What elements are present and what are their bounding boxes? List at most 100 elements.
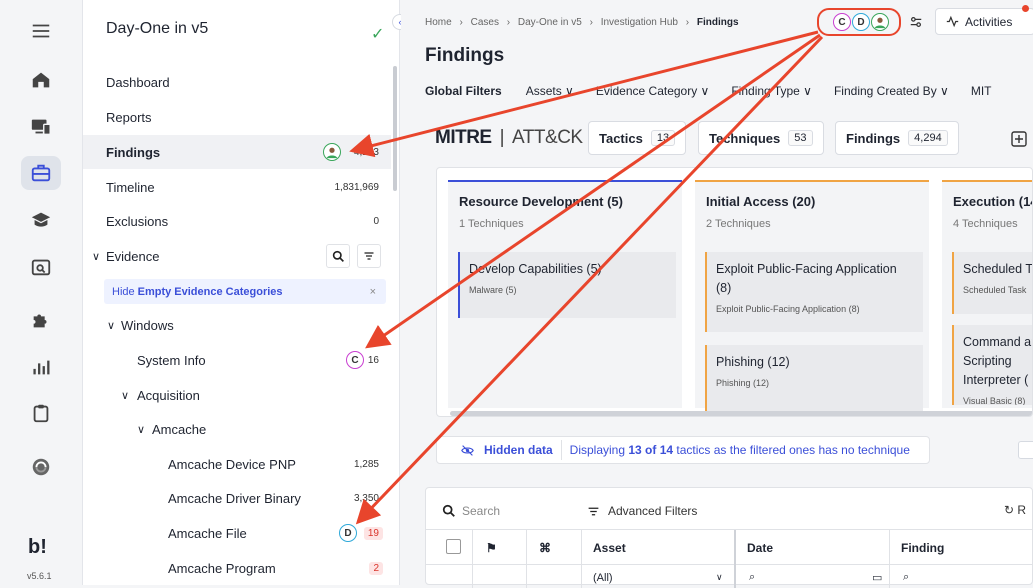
amcache-device-pnp-count: 1,285: [353, 458, 379, 470]
check-icon: ✓: [371, 26, 385, 43]
devices-icon[interactable]: [21, 110, 61, 144]
sidebar-item-reports[interactable]: Reports: [83, 100, 391, 134]
settings-sliders-icon[interactable]: [906, 12, 926, 32]
tactic-column-initial-access: Initial Access (20) 2 Techniques Exploit…: [695, 180, 929, 411]
breadcrumb-home[interactable]: Home: [425, 17, 452, 28]
techniques-pill[interactable]: Techniques 53: [698, 121, 824, 155]
close-icon[interactable]: ×: [370, 286, 376, 298]
sidebar-item-label: Amcache Program: [168, 560, 276, 576]
mitre-column-icon[interactable]: ⌘: [539, 541, 551, 555]
breadcrumb-cases[interactable]: Cases: [471, 17, 499, 28]
user-avatar-photo: [871, 13, 889, 31]
chevron-down-icon[interactable]: ∨: [92, 250, 100, 263]
sidebar-item-amcache-file[interactable]: Amcache File D 19: [83, 516, 391, 550]
technique-card[interactable]: Command and Scripting Interpreter ( Visu…: [952, 325, 1032, 405]
flag-icon[interactable]: ⚑: [486, 541, 497, 555]
technique-card[interactable]: Exploit Public-Facing Application (8) Ex…: [705, 252, 923, 332]
chart-icon[interactable]: [21, 350, 61, 384]
tactic-title: Resource Development (5): [459, 194, 623, 209]
pill-label: Techniques: [709, 130, 781, 146]
hidden-data-label[interactable]: Hidden data: [484, 443, 553, 457]
filter-evidence-button[interactable]: [357, 244, 381, 268]
cases-icon[interactable]: [21, 156, 61, 190]
sidebar-item-amcache-program[interactable]: Amcache Program 2: [83, 551, 391, 585]
filter-assets[interactable]: Assets ∨: [526, 84, 574, 98]
layout-icon[interactable]: [1011, 131, 1027, 147]
sidebar-item-label: Evidence: [106, 248, 160, 264]
pill-count: 4,294: [908, 130, 948, 146]
filter-finding-type[interactable]: Finding Type ∨: [731, 84, 812, 98]
tactics-horizontal-scrollbar[interactable]: [450, 411, 1032, 416]
sync-icon[interactable]: [21, 450, 61, 484]
column-date[interactable]: Date: [747, 541, 773, 555]
column-asset[interactable]: Asset: [593, 541, 626, 555]
puzzle-icon[interactable]: [21, 303, 61, 337]
search-icon[interactable]: ⌕: [749, 571, 755, 584]
sidebar-item-exclusions[interactable]: Exclusions 0: [83, 204, 391, 238]
search-icon[interactable]: ⌕: [903, 571, 909, 584]
sidebar-item-dashboard[interactable]: Dashboard: [83, 65, 391, 99]
sidebar-item-amcache-device-pnp[interactable]: Amcache Device PNP 1,285: [83, 447, 391, 481]
sidebar-item-label: Amcache Driver Binary: [168, 490, 301, 506]
filter-evidence-category[interactable]: Evidence Category ∨: [596, 84, 710, 98]
breadcrumb: Home › Cases › Day-One in v5 › Investiga…: [425, 17, 739, 28]
sidebar-item-acquisition[interactable]: ∨ Acquisition: [83, 378, 391, 412]
tactics-pill[interactable]: Tactics 13: [588, 121, 687, 155]
sidebar-item-label: Acquisition: [137, 387, 200, 403]
sidebar-item-findings[interactable]: Findings 4,103: [83, 135, 391, 169]
home-icon[interactable]: [21, 63, 61, 97]
education-icon[interactable]: [21, 203, 61, 237]
chevron-down-icon[interactable]: ∨: [137, 423, 145, 436]
breadcrumb-current: Findings: [696, 17, 739, 28]
tactic-technique-count: 2 Techniques: [706, 218, 771, 230]
search-evidence-button[interactable]: [326, 244, 350, 268]
filter-finding-created-by[interactable]: Finding Created By ∨: [834, 84, 949, 98]
chevron-down-icon[interactable]: ∨: [121, 389, 129, 402]
sidebar-item-label: Windows: [121, 317, 174, 333]
reset-button[interactable]: ↻ R: [1004, 503, 1026, 517]
filter-row: (All) ∨ ⌕ ▭ ⌕: [426, 566, 1033, 586]
sidebar-scrollbar[interactable]: [393, 66, 397, 191]
mitre-tactics-board: Resource Development (5) 1 Techniques De…: [436, 167, 1033, 417]
technique-card[interactable]: Phishing (12) Phishing (12): [705, 345, 923, 411]
sidebar-item-system-info[interactable]: System Info C 16: [83, 343, 391, 377]
breadcrumb-case[interactable]: Day-One in v5: [518, 17, 582, 28]
technique-card[interactable]: Develop Capabilities (5) Malware (5): [458, 252, 676, 318]
search-folder-icon[interactable]: [21, 250, 61, 284]
sidebar-item-label: Timeline: [106, 179, 155, 195]
search-input[interactable]: Search: [462, 504, 500, 518]
sidebar-item-timeline[interactable]: Timeline 1,831,969: [83, 170, 391, 204]
toggle-box[interactable]: [1018, 441, 1033, 459]
hide-empty-categories-toggle[interactable]: Hide Empty Evidence Categories ×: [104, 279, 386, 304]
sidebar-item-evidence[interactable]: ∨ Evidence: [83, 239, 391, 273]
advanced-filters-button[interactable]: Advanced Filters: [587, 504, 697, 518]
left-rail: b! v5.6.1: [0, 0, 83, 585]
chevron-down-icon[interactable]: ∨: [107, 319, 115, 332]
breadcrumb-investigation-hub[interactable]: Investigation Hub: [601, 17, 678, 28]
tactic-title: Initial Access (20): [706, 194, 816, 209]
filter-icon: [588, 507, 599, 515]
global-filters-label: Global Filters: [425, 84, 502, 98]
amcache-program-count: 2: [369, 561, 383, 575]
select-all-checkbox[interactable]: [446, 539, 461, 554]
activities-button[interactable]: Activities: [935, 8, 1033, 35]
chevron-down-icon[interactable]: ∨: [716, 572, 723, 583]
filter-mitre[interactable]: MIT: [971, 84, 992, 98]
tactic-technique-count: 4 Techniques: [953, 218, 1018, 230]
technique-card[interactable]: Scheduled Task Scheduled Task: [952, 252, 1032, 314]
table-search[interactable]: Search: [442, 504, 500, 518]
menu-icon[interactable]: [21, 14, 61, 48]
column-finding[interactable]: Finding: [901, 541, 944, 555]
amcache-file-count: 19: [363, 526, 383, 540]
sidebar-item-windows[interactable]: ∨ Windows: [83, 308, 391, 342]
pill-label: Findings: [846, 130, 901, 146]
active-users-group[interactable]: C D: [817, 8, 901, 36]
asset-filter-select[interactable]: (All): [593, 572, 613, 584]
clipboard-icon[interactable]: [21, 396, 61, 430]
sidebar-item-amcache-driver-binary[interactable]: Amcache Driver Binary 3,350: [83, 481, 391, 515]
calendar-icon[interactable]: ▭: [872, 571, 882, 584]
findings-pill[interactable]: Findings 4,294: [835, 121, 959, 155]
hide-label-bold: Empty Evidence Categories: [137, 285, 283, 298]
sidebar-item-amcache[interactable]: ∨ Amcache: [83, 412, 391, 446]
amcache-driver-binary-count: 3,350: [353, 492, 379, 504]
